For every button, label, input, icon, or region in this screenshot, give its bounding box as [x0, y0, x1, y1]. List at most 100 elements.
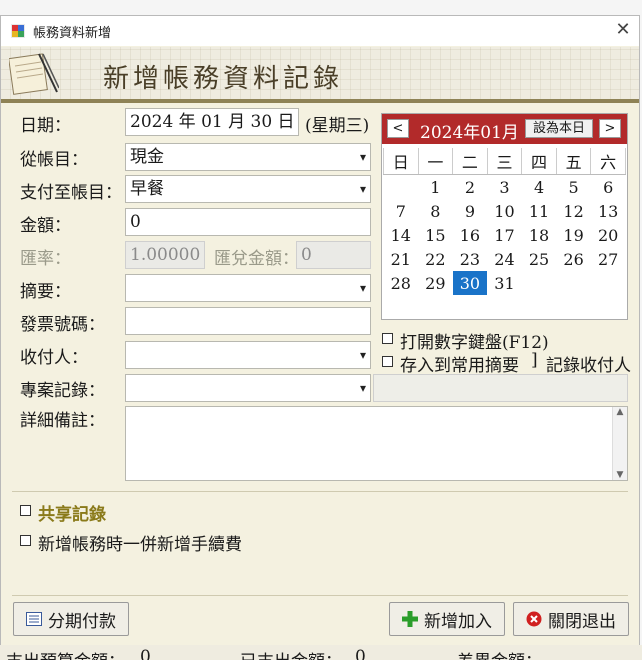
invoice-label: 發票號碼：	[20, 315, 105, 335]
weekday-header: 五	[555, 148, 592, 175]
calendar-day[interactable]: 3	[487, 175, 522, 200]
from-account-value: 現金	[130, 147, 164, 167]
calendar-week-row: 28 29 30 31	[384, 271, 626, 295]
calendar-day[interactable]: 5	[556, 175, 591, 200]
calendar-day[interactable]: 9	[453, 199, 488, 223]
calendar-day[interactable]: 16	[453, 223, 488, 247]
calendar-empty-cell	[384, 175, 419, 200]
calendar-grid: 日一二三四五六 1 2 3 4 5 6 7 8 9 10 11 12 13 14 15 16 17 18 19 20 2…	[383, 148, 626, 295]
calendar-day[interactable]: 24	[487, 247, 522, 271]
payee-select[interactable]	[125, 341, 371, 369]
project-label: 專案記錄：	[20, 381, 105, 401]
calendar-empty-cell	[591, 271, 626, 295]
weekday-header: 三	[486, 148, 523, 175]
calendar-day[interactable]: 26	[556, 247, 591, 271]
date-label: 日期：	[20, 116, 71, 136]
project-select[interactable]	[125, 374, 371, 402]
calendar-day[interactable]: 2	[453, 175, 488, 200]
spent-value: 0	[355, 647, 366, 660]
banner-title: 新增帳務資料記錄	[103, 64, 344, 94]
record-payee-checkbox-edge[interactable]: ]	[531, 350, 538, 370]
scroll-up-icon[interactable]: ▲	[613, 407, 627, 417]
weekday-header: 日	[383, 148, 419, 175]
calendar-week-row: 123456	[384, 175, 626, 200]
banner-divider	[1, 99, 639, 103]
calendar-day[interactable]: 31	[487, 271, 522, 295]
save-summary-label: 存入到常用摘要	[400, 356, 519, 376]
exchange-amount-label: 匯兌金額：	[214, 249, 299, 269]
add-fee-checkbox[interactable]	[20, 535, 31, 546]
calendar-day[interactable]: 6	[591, 175, 626, 200]
calendar-month-label: 2024年01月	[420, 123, 519, 143]
calendar-day[interactable]: 19	[556, 223, 591, 247]
scroll-down-icon[interactable]: ▼	[613, 470, 627, 480]
close-button[interactable]: 關閉退出	[513, 602, 629, 636]
calendar-day[interactable]: 18	[522, 223, 557, 247]
rate-label: 匯率：	[20, 249, 71, 269]
calendar-day[interactable]: 7	[384, 199, 419, 223]
calendar-day[interactable]: 17	[487, 223, 522, 247]
spent-label: 已支出金額：	[240, 647, 342, 660]
note-textarea[interactable]: ▲ ▼	[125, 406, 628, 481]
calendar-day[interactable]: 13	[591, 199, 626, 223]
weekday-row: 日一二三四五六	[383, 148, 626, 175]
calendar-day[interactable]: 12	[556, 199, 591, 223]
button-divider	[12, 595, 628, 596]
calendar-day[interactable]: 20	[591, 223, 626, 247]
close-circle-icon	[526, 611, 542, 627]
calendar: < 2024年01月 設為本日 > 日一二三四五六 1 2 3 4 5 6 7 8 9 10 11 1…	[381, 113, 628, 320]
calendar-day[interactable]: 4	[522, 175, 557, 200]
calendar-day[interactable]: 8	[418, 199, 453, 223]
calendar-day[interactable]: 1	[418, 175, 453, 200]
calendar-day[interactable]: 30	[452, 271, 488, 295]
calendar-day[interactable]: 21	[384, 247, 419, 271]
calendar-day[interactable]: 10	[487, 199, 522, 223]
calendar-days: 1 2 3 4 5 6 7 8 9 10 11 12 13 14 15 16 17 18 19 20 21 22 23 24 2…	[384, 175, 626, 295]
note-label: 詳細備註：	[20, 411, 105, 431]
from-account-select[interactable]: 現金	[125, 143, 371, 171]
plus-icon	[402, 611, 418, 627]
calendar-day[interactable]: 29	[418, 271, 453, 295]
weekday-text: (星期三)	[305, 116, 370, 136]
calendar-day[interactable]: 28	[384, 271, 419, 295]
date-picker-field[interactable]: 2024 年 01 月 30 日	[125, 108, 299, 136]
weekday-header: 一	[417, 148, 454, 175]
shared-label: 共享記錄	[38, 505, 106, 525]
exchange-amount-input[interactable]: 0	[296, 241, 371, 269]
amount-input[interactable]: 0	[125, 208, 371, 236]
add-button-label: 新增加入	[424, 611, 492, 632]
title-bar: 帳務資料新增 ✕	[1, 16, 639, 46]
save-summary-checkbox[interactable]	[382, 356, 393, 367]
pay-to-label: 支付至帳目：	[20, 183, 122, 203]
invoice-input[interactable]	[125, 307, 371, 335]
list-icon	[26, 612, 42, 626]
numpad-label: 打開數字鍵盤(F12)	[400, 333, 549, 353]
calendar-header: < 2024年01月 設為本日 >	[382, 114, 627, 144]
calendar-day[interactable]: 11	[522, 199, 557, 223]
set-today-button[interactable]: 設為本日	[525, 119, 593, 138]
notebook-icon	[9, 53, 59, 95]
calendar-next-button[interactable]: >	[599, 119, 621, 138]
note-scrollbar[interactable]: ▲ ▼	[612, 407, 627, 480]
calendar-day[interactable]: 14	[384, 223, 419, 247]
calendar-day[interactable]: 27	[591, 247, 626, 271]
pay-to-value: 早餐	[130, 179, 164, 199]
add-button[interactable]: 新增加入	[389, 602, 505, 636]
calendar-week-row: 7 8 9 10 11 12 13	[384, 199, 626, 223]
installment-button[interactable]: 分期付款	[13, 602, 129, 636]
pay-to-select[interactable]: 早餐	[125, 175, 371, 203]
rate-input[interactable]: 1.00000	[125, 241, 205, 269]
calendar-day[interactable]: 15	[418, 223, 453, 247]
budget-label: 支出預算金額：	[6, 647, 125, 660]
summary-select[interactable]	[125, 274, 371, 302]
budget-value: 0	[140, 647, 151, 660]
installment-button-label: 分期付款	[48, 611, 116, 632]
calendar-empty-cell	[556, 271, 591, 295]
calendar-prev-button[interactable]: <	[387, 119, 409, 138]
calendar-day[interactable]: 25	[522, 247, 557, 271]
numpad-checkbox[interactable]	[382, 333, 393, 344]
calendar-day[interactable]: 23	[453, 247, 488, 271]
shared-checkbox[interactable]	[20, 505, 31, 516]
close-icon[interactable]: ✕	[613, 19, 633, 41]
calendar-day[interactable]: 22	[418, 247, 453, 271]
